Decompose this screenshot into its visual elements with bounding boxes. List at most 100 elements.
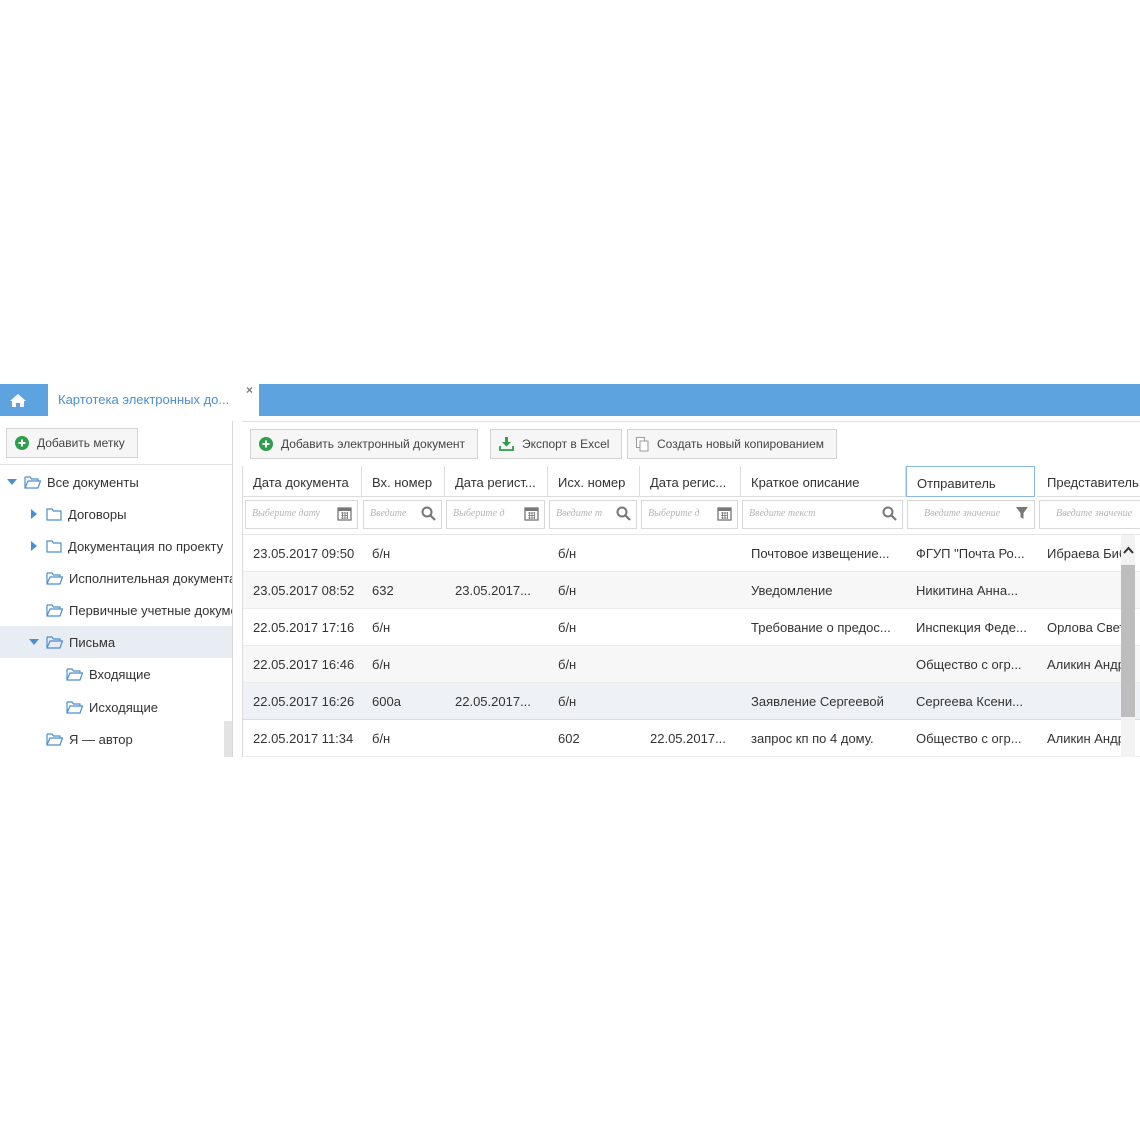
cell-short-description: Заявление Сергеевой (751, 694, 884, 709)
tree-item-letters[interactable]: Письма (0, 626, 232, 658)
caret-right-icon[interactable] (28, 541, 40, 551)
cell-doc-date: 22.05.2017 11:34 (253, 731, 354, 746)
cell-short-description (741, 646, 906, 683)
home-button[interactable] (0, 384, 36, 416)
home-icon (10, 393, 26, 407)
sidebar-toolbar: Добавить метку (0, 421, 232, 465)
table-row[interactable]: 22.05.2017 11:34 б/н 602 22.05.2017... з… (243, 720, 1140, 757)
folder-open-icon (24, 475, 41, 489)
tree-item-label: Исходящие (89, 699, 158, 715)
chevron-up-icon[interactable] (1121, 543, 1135, 557)
cell-doc-date: 23.05.2017 09:50 (253, 546, 355, 561)
tree-item-label: Договоры (68, 506, 127, 522)
column-header-reg-date[interactable]: Дата регист... (445, 466, 548, 497)
filter-out-reg-date[interactable]: Выберите д (641, 500, 738, 529)
column-header-sender[interactable]: Отправитель (906, 466, 1035, 497)
cell-doc-date: 23.05.2017 08:52 (253, 583, 355, 598)
export-excel-button[interactable]: Экспорт в Excel (490, 429, 623, 459)
folder-open-icon (46, 635, 63, 649)
filter-representative[interactable]: Введите значение (1039, 500, 1140, 529)
plus-circle-icon (15, 436, 29, 450)
search-icon[interactable] (616, 506, 631, 524)
tree-item-outgoing[interactable]: Исходящие (0, 691, 232, 723)
filter-icon[interactable] (1015, 506, 1029, 523)
folder-open-icon (66, 700, 83, 714)
folder-open-icon (46, 732, 63, 746)
column-header-outgoing-number[interactable]: Исх. номер (548, 466, 640, 497)
calendar-icon[interactable] (524, 506, 539, 524)
add-document-button[interactable]: Добавить электронный документ (250, 429, 479, 459)
search-icon[interactable] (421, 506, 436, 524)
tree-item-primary-docs[interactable]: Первичные учетные документы (0, 594, 232, 626)
cell-incoming-number: 600а (372, 694, 401, 709)
cell-outgoing-number: 602 (558, 731, 580, 746)
cell-representative (1037, 683, 1121, 720)
calendar-icon[interactable] (717, 506, 732, 524)
cell-reg-date (445, 535, 548, 572)
cell-representative: Орлова Свет (1047, 620, 1121, 635)
tree-item-label: Входящие (89, 666, 151, 682)
cell-reg-date: 23.05.2017... (455, 583, 531, 598)
tree-item-all-documents[interactable]: Все документы (0, 466, 232, 498)
filter-sender[interactable]: Введите значение (907, 500, 1035, 529)
grid-scrollbar[interactable] (1121, 535, 1135, 757)
cell-short-description: Требование о предос... (751, 620, 891, 635)
column-header-incoming-number[interactable]: Вх. номер (362, 466, 445, 497)
sidebar-scrollbar[interactable] (224, 721, 232, 757)
filter-outgoing-number[interactable]: Введите т (549, 500, 637, 529)
table-row[interactable]: 23.05.2017 08:52 632 23.05.2017... б/н У… (243, 572, 1140, 609)
add-tag-button[interactable]: Добавить метку (6, 428, 138, 458)
column-header-representative[interactable]: Представитель (1037, 466, 1140, 497)
folder-open-icon (66, 667, 83, 681)
search-icon[interactable] (882, 506, 897, 524)
download-icon (499, 437, 514, 451)
scrollbar-thumb[interactable] (1121, 565, 1135, 717)
tab-document-registry[interactable]: Картотека электронных до... (48, 384, 259, 416)
close-icon[interactable]: × (246, 384, 253, 397)
caret-right-icon[interactable] (28, 509, 40, 519)
filter-doc-date[interactable]: Выберите дату (245, 500, 358, 529)
table-row[interactable]: 22.05.2017 16:46 б/н б/н Общество с огр.… (243, 646, 1140, 683)
tree-item-i-am-author[interactable]: Я — автор (0, 723, 232, 755)
table-row[interactable]: 23.05.2017 09:50 б/н б/н Почтовое извеще… (243, 535, 1140, 572)
cell-incoming-number: б/н (372, 620, 391, 635)
tree-item-label: Все документы (47, 474, 139, 490)
add-tag-label: Добавить метку (37, 436, 125, 450)
caret-down-icon[interactable] (6, 479, 18, 485)
cell-representative: Аликин Андр (1047, 657, 1121, 672)
cell-short-description: запрос кп по 4 дому. (751, 731, 874, 746)
copy-icon (636, 436, 649, 452)
cell-out-reg-date (640, 609, 741, 646)
folder-open-icon (46, 603, 63, 617)
tree-item-contracts[interactable]: Договоры (0, 498, 232, 530)
column-header-out-reg-date[interactable]: Дата регис... (640, 466, 741, 497)
cell-reg-date (445, 646, 548, 683)
tree-item-incoming[interactable]: Входящие (0, 658, 232, 690)
folder-icon (46, 539, 62, 553)
column-header-short-description[interactable]: Краткое описание (741, 466, 906, 497)
cell-incoming-number: 632 (372, 583, 394, 598)
cell-outgoing-number: б/н (558, 657, 577, 672)
cell-sender: Инспекция Феде... (916, 620, 1027, 635)
filter-reg-date[interactable]: Выберите д (446, 500, 545, 529)
tree-item-project-docs[interactable]: Документация по проекту (0, 530, 232, 562)
export-excel-label: Экспорт в Excel (522, 437, 610, 451)
create-by-copy-button[interactable]: Создать новый копированием (627, 429, 838, 459)
calendar-icon[interactable] (337, 506, 352, 524)
cell-out-reg-date: 22.05.2017... (650, 731, 726, 746)
cell-doc-date: 22.05.2017 17:16 (253, 620, 355, 635)
table-row[interactable]: 22.05.2017 17:16 б/н б/н Требование о пр… (243, 609, 1140, 646)
tree-item-label: Я — автор (69, 731, 133, 747)
filter-incoming-number[interactable]: Введите (363, 500, 442, 529)
plus-circle-icon (259, 437, 273, 451)
cell-outgoing-number: б/н (558, 620, 577, 635)
table-row-selected[interactable]: 22.05.2017 16:26 600а 22.05.2017... б/н … (243, 683, 1140, 720)
sidebar: Добавить метку Все документы Договоры До… (0, 421, 233, 757)
column-header-doc-date[interactable]: Дата документа (243, 466, 362, 497)
caret-down-icon[interactable] (28, 639, 40, 645)
cell-outgoing-number: б/н (558, 694, 577, 709)
tree-item-executive-docs[interactable]: Исполнительная документация (0, 562, 232, 594)
main-toolbar: Добавить электронный документ Экспорт в … (242, 421, 1140, 466)
filter-short-description[interactable]: Введите текст (742, 500, 903, 529)
cell-out-reg-date (640, 646, 741, 683)
